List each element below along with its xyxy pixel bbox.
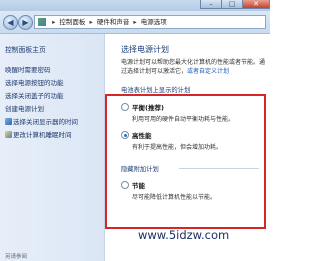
maximize-button[interactable]: □ bbox=[221, 0, 243, 9]
sidebar-item-power-button[interactable]: 选择电源按钮的功能 bbox=[5, 77, 64, 87]
sidebar-item-display-off[interactable]: 选择关闭显示器的时间 bbox=[5, 116, 78, 126]
plan-name: 平衡 bbox=[132, 104, 145, 112]
sidebar-item-create-plan[interactable]: 创建电源计划 bbox=[5, 103, 44, 113]
forward-button[interactable]: ▶ bbox=[18, 15, 33, 30]
breadcrumb-separator: ▸ bbox=[133, 18, 137, 26]
breadcrumb-separator: ▸ bbox=[89, 18, 93, 26]
close-button[interactable]: ✕ bbox=[242, 0, 270, 9]
high-performance-radio[interactable] bbox=[121, 131, 129, 139]
plan-description: 尽可能降低计算机性能以节能。 bbox=[132, 194, 217, 201]
page-description: 电源计划可以帮助您最大化计算机的性能或者节能。通过选择计划可以激活它，或者自定义… bbox=[121, 59, 266, 75]
monitor-icon bbox=[5, 118, 12, 125]
plan-description: 有利于提高性能，但会增加功耗。 bbox=[132, 144, 223, 151]
hidden-plans-toggle[interactable]: 隐藏附加计划 bbox=[121, 164, 159, 173]
shield-icon bbox=[5, 131, 12, 138]
power-saver-radio[interactable] bbox=[121, 181, 129, 189]
section-divider bbox=[179, 168, 259, 169]
main-content: 选择电源计划 电源计划可以帮助您最大化计算机的性能或者节能。通过选择计划可以激活… bbox=[105, 34, 270, 261]
sidebar-item-label: 更改计算机睡眠时间 bbox=[13, 131, 72, 139]
window-title-bar: – □ ✕ bbox=[0, 0, 270, 11]
customize-plan-link[interactable]: 或者自定义计划 bbox=[187, 68, 229, 75]
watermark: www.5idzw.com bbox=[138, 228, 230, 242]
sidebar: 控制面板主页 唤醒时需要密码 选择电源按钮的功能 选择关闭盖子的功能 创建电源计… bbox=[0, 34, 105, 261]
sidebar-item-require-password[interactable]: 唤醒时需要密码 bbox=[5, 64, 51, 74]
plan-balanced[interactable]: 平衡(推荐) bbox=[121, 102, 164, 112]
sidebar-item-label: 选择关闭显示器的时间 bbox=[13, 118, 78, 126]
plan-power-saver[interactable]: 节能 bbox=[121, 180, 145, 190]
breadcrumb-hardware-sound[interactable]: 硬件和声音 bbox=[97, 18, 130, 26]
sidebar-home-link[interactable]: 控制面板主页 bbox=[5, 44, 46, 54]
control-panel-icon bbox=[38, 18, 46, 26]
page-title: 选择电源计划 bbox=[121, 45, 169, 54]
breadcrumb-control-panel[interactable]: 控制面板 bbox=[59, 18, 85, 26]
plan-name: 高性能 bbox=[132, 132, 152, 140]
plan-name: 节能 bbox=[132, 182, 145, 190]
navigation-bar: ◀ ▶ ▸ 控制面板 ▸ 硬件和声音 ▸ 电源选项 bbox=[0, 11, 270, 34]
balanced-radio[interactable] bbox=[121, 103, 129, 111]
breadcrumb-separator: ▸ bbox=[52, 18, 56, 26]
breadcrumb-power-options[interactable]: 电源选项 bbox=[141, 18, 167, 26]
see-also-label: 另请参阅 bbox=[5, 254, 28, 260]
minimize-button[interactable]: – bbox=[200, 0, 222, 9]
plans-section-label: 电池表计划上显示的计划 bbox=[121, 87, 191, 94]
plan-high-performance[interactable]: 高性能 bbox=[121, 130, 152, 140]
back-button[interactable]: ◀ bbox=[3, 15, 18, 30]
plan-description: 利用可用的硬件自动平衡功耗与性能。 bbox=[132, 116, 235, 123]
sidebar-item-lid-close[interactable]: 选择关闭盖子的功能 bbox=[5, 90, 64, 100]
sidebar-item-sleep-time[interactable]: 更改计算机睡眠时间 bbox=[5, 129, 72, 139]
plan-suffix: (推荐) bbox=[145, 104, 164, 112]
address-bar[interactable]: ▸ 控制面板 ▸ 硬件和声音 ▸ 电源选项 bbox=[34, 15, 266, 29]
